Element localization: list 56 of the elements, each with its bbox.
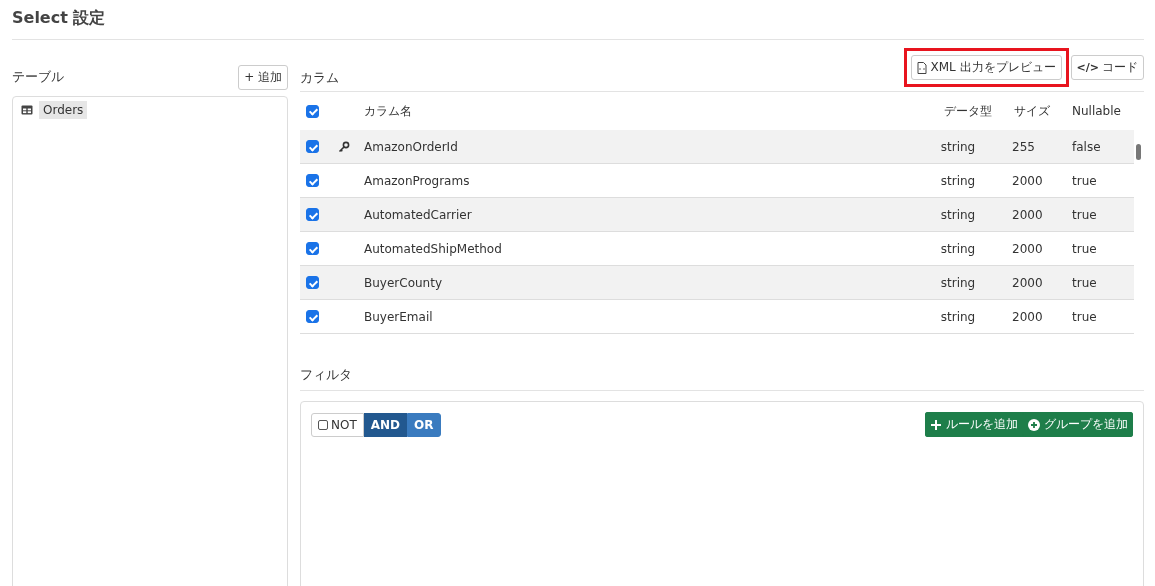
table-cell-text: 2000 — [1011, 309, 1044, 324]
table-cell-text: 2000 — [1011, 207, 1044, 222]
column-header: Nullable — [1071, 104, 1122, 118]
key-icon — [338, 140, 350, 153]
column-header: データ型 — [943, 102, 993, 120]
table-cell-text: 2000 — [1011, 275, 1044, 290]
column-header: サイズ — [1013, 102, 1051, 120]
table-cell-text: 2000 — [1011, 173, 1044, 188]
not-checkbox[interactable] — [318, 419, 328, 430]
table-row[interactable]: AmazonOrderId string 255 false — [300, 130, 1134, 164]
table-cell-text: string — [939, 275, 977, 290]
table-item[interactable]: Orders — [39, 101, 88, 119]
table-cell-text: string — [939, 309, 977, 324]
combinator-button[interactable]: AND — [363, 412, 408, 437]
table-cell-text: string — [939, 139, 977, 154]
table-cell-text: true — [1071, 241, 1098, 256]
table-cell-text: 255 — [1011, 139, 1036, 154]
xml-preview-button[interactable]: XML 出力をプレビュー — [911, 55, 1062, 80]
not-toggle[interactable]: NOT — [311, 412, 364, 437]
code-button[interactable]: </> コード — [1070, 55, 1144, 80]
page-title: Select 設定 — [12, 6, 1144, 40]
row-checkbox[interactable] — [306, 276, 319, 289]
table-row[interactable]: BuyerCounty string 2000 true — [300, 266, 1134, 300]
add-table-button[interactable]: + 追加 — [238, 64, 288, 90]
table-cell-text: AutomatedCarrier — [364, 207, 473, 222]
combinator-button[interactable]: OR — [407, 412, 441, 437]
table-cell-text: true — [1071, 309, 1098, 324]
plus-icon — [930, 418, 942, 431]
tables-label: テーブル — [12, 68, 64, 86]
table-cell-text: AmazonPrograms — [364, 173, 471, 188]
table-cell-text: AutomatedShipMethod — [364, 241, 503, 256]
table-cell-text: string — [939, 173, 977, 188]
table-cell-text: BuyerEmail — [364, 309, 434, 324]
file-code-icon — [917, 61, 928, 74]
row-checkbox[interactable] — [306, 174, 319, 187]
table-cell-text: string — [939, 241, 977, 256]
table-cell-text: AmazonOrderId — [364, 139, 459, 154]
plus-circle-icon — [1028, 418, 1040, 431]
columns-label: カラム — [300, 69, 339, 87]
table-cell-text: true — [1071, 275, 1098, 290]
column-header: カラム名 — [364, 102, 413, 120]
row-checkbox[interactable] — [306, 140, 319, 153]
table-row[interactable]: AutomatedCarrier string 2000 true — [300, 198, 1134, 232]
select-all-checkbox[interactable] — [306, 104, 319, 118]
table-cell-text: BuyerCounty — [364, 275, 443, 290]
table-cell-text: string — [939, 207, 977, 222]
table-cell-text: 2000 — [1011, 241, 1044, 256]
row-checkbox[interactable] — [306, 242, 319, 255]
table-cell-text: false — [1071, 139, 1102, 154]
table-row[interactable]: BuyerEmail string 2000 true — [300, 300, 1134, 334]
row-checkbox[interactable] — [306, 208, 319, 221]
row-checkbox[interactable] — [306, 310, 319, 323]
filter-label: フィルタ — [300, 367, 352, 382]
table-cell-text: true — [1071, 207, 1098, 222]
table-icon — [21, 105, 33, 115]
table-cell-text: true — [1071, 173, 1098, 188]
